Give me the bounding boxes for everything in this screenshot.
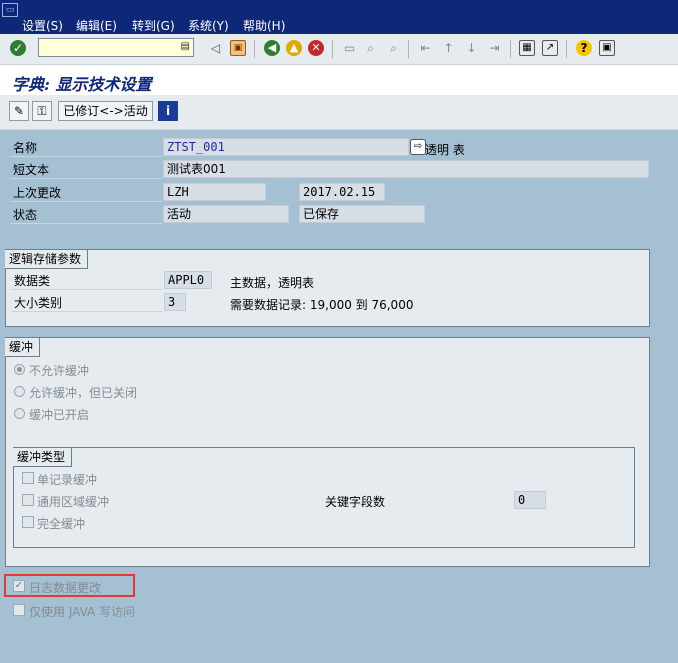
- logical-storage-frame: 逻辑存储参数 数据类 APPL0 主数据，透明表 大小类别 3 需要数据记录: …: [5, 249, 650, 327]
- key-fields-field[interactable]: 0: [514, 491, 546, 509]
- arrow-left-icon[interactable]: ◁: [207, 40, 224, 57]
- standard-toolbar: ✓ ▤ ◁ ▣ ◀ ▲ ✕ ▭ ⌕ ⌕ ⇤ ↑ ↓ ⇥ ▦ ↗ ? ▣: [0, 34, 678, 65]
- save-icon[interactable]: ▣: [230, 40, 246, 56]
- menu-bar: ▭ 设置(S) 编辑(E) 转到(G) 系统(Y) 帮助(H): [0, 0, 678, 34]
- previous-page-icon[interactable]: ↑: [440, 40, 457, 57]
- full-buffering-checkbox[interactable]: [22, 516, 34, 528]
- menu-edit[interactable]: 编辑(E): [76, 17, 117, 34]
- buffering-off-label: 允许缓冲，但已关闭: [29, 386, 138, 400]
- info-icon[interactable]: i: [158, 101, 178, 121]
- buffering-on-label: 缓冲已开启: [29, 408, 90, 422]
- logical-storage-title: 逻辑存储参数: [5, 249, 89, 269]
- java-only-label: 仅使用 JAVA 写访问: [29, 605, 136, 619]
- full-buffering-label: 完全缓冲: [37, 517, 86, 531]
- page-title: 字典: 显示技术设置: [12, 75, 152, 94]
- name-label: 名称: [10, 139, 162, 157]
- details-icon[interactable]: ⇨: [410, 139, 426, 155]
- last-changed-user-field[interactable]: LZH: [163, 183, 266, 201]
- short-text-field[interactable]: 测试表001: [163, 160, 649, 178]
- back-icon[interactable]: ◀: [264, 40, 280, 56]
- table-category-text: 透明 表: [425, 143, 465, 157]
- radio-buffering-on[interactable]: [14, 408, 25, 419]
- data-class-field[interactable]: APPL0: [164, 271, 212, 289]
- print-icon[interactable]: ▭: [341, 40, 358, 57]
- no-buffering-label: 不允许缓冲: [29, 364, 90, 378]
- last-page-icon[interactable]: ⇥: [486, 40, 503, 57]
- menu-help[interactable]: 帮助(H): [243, 17, 285, 34]
- find-icon[interactable]: ⌕: [362, 40, 379, 57]
- radio-buffering-off[interactable]: [14, 386, 25, 397]
- buffering-type-frame: 缓冲类型 单记录缓冲 通用区域缓冲 完全缓冲 关键字段数 0: [13, 447, 635, 548]
- name-field[interactable]: ZTST_001: [163, 138, 409, 156]
- title-bar: 字典: 显示技术设置: [0, 65, 678, 95]
- size-category-field[interactable]: 3: [164, 293, 186, 311]
- shortcut-icon[interactable]: ↗: [542, 40, 558, 56]
- first-page-icon[interactable]: ⇤: [417, 40, 434, 57]
- last-changed-date-field[interactable]: 2017.02.15: [299, 183, 385, 201]
- short-text-label: 短文本: [10, 161, 162, 179]
- application-toolbar: ✎ ⚿ 已修订<->活动 i: [0, 95, 678, 130]
- menu-goto[interactable]: 转到(G): [132, 17, 175, 34]
- key-fields-label: 关键字段数: [325, 495, 386, 509]
- save-status-field[interactable]: 已保存: [299, 205, 425, 223]
- last-changed-label: 上次更改: [10, 184, 162, 202]
- layout-menu-icon[interactable]: ▣: [599, 40, 615, 56]
- command-field[interactable]: ▤: [38, 38, 194, 57]
- enter-icon[interactable]: ✓: [10, 40, 26, 56]
- menu-system[interactable]: 系统(Y): [188, 17, 229, 34]
- generic-area-checkbox[interactable]: [22, 494, 34, 506]
- single-record-label: 单记录缓冲: [37, 473, 98, 487]
- activate-icon[interactable]: ⚿: [32, 101, 52, 121]
- single-record-checkbox[interactable]: [22, 472, 34, 484]
- status-field[interactable]: 活动: [163, 205, 289, 223]
- revised-active-button[interactable]: 已修订<->活动: [58, 101, 153, 121]
- java-only-checkbox[interactable]: [13, 604, 25, 616]
- find-next-icon[interactable]: ⌕: [385, 40, 402, 57]
- log-data-changes-checkbox[interactable]: ✓: [13, 580, 25, 592]
- data-class-label: 数据类: [11, 272, 163, 290]
- radio-no-buffering[interactable]: [14, 364, 25, 375]
- help-icon[interactable]: ?: [576, 40, 592, 56]
- data-class-description: 主数据，透明表: [230, 276, 315, 290]
- history-icon[interactable]: ▤: [181, 41, 190, 52]
- size-category-description: 需要数据记录: 19,000 到 76,000: [230, 298, 414, 312]
- display-change-icon[interactable]: ✎: [9, 101, 29, 121]
- generic-area-label: 通用区域缓冲: [37, 495, 110, 509]
- status-label: 状态: [10, 206, 162, 224]
- buffering-type-title: 缓冲类型: [13, 447, 73, 467]
- system-menu-icon[interactable]: ▭: [2, 3, 18, 17]
- next-page-icon[interactable]: ↓: [463, 40, 480, 57]
- buffering-title: 缓冲: [5, 337, 41, 357]
- size-category-label: 大小类别: [11, 294, 163, 312]
- exit-icon[interactable]: ▲: [286, 40, 302, 56]
- menu-settings[interactable]: 设置(S): [22, 17, 63, 34]
- log-data-changes-label: 日志数据更改: [29, 581, 102, 595]
- cancel-icon[interactable]: ✕: [308, 40, 324, 56]
- buffering-frame: 缓冲 不允许缓冲 允许缓冲，但已关闭 缓冲已开启 缓冲类型 单记录缓冲 通用区域…: [5, 337, 650, 567]
- new-session-icon[interactable]: ▦: [519, 40, 535, 56]
